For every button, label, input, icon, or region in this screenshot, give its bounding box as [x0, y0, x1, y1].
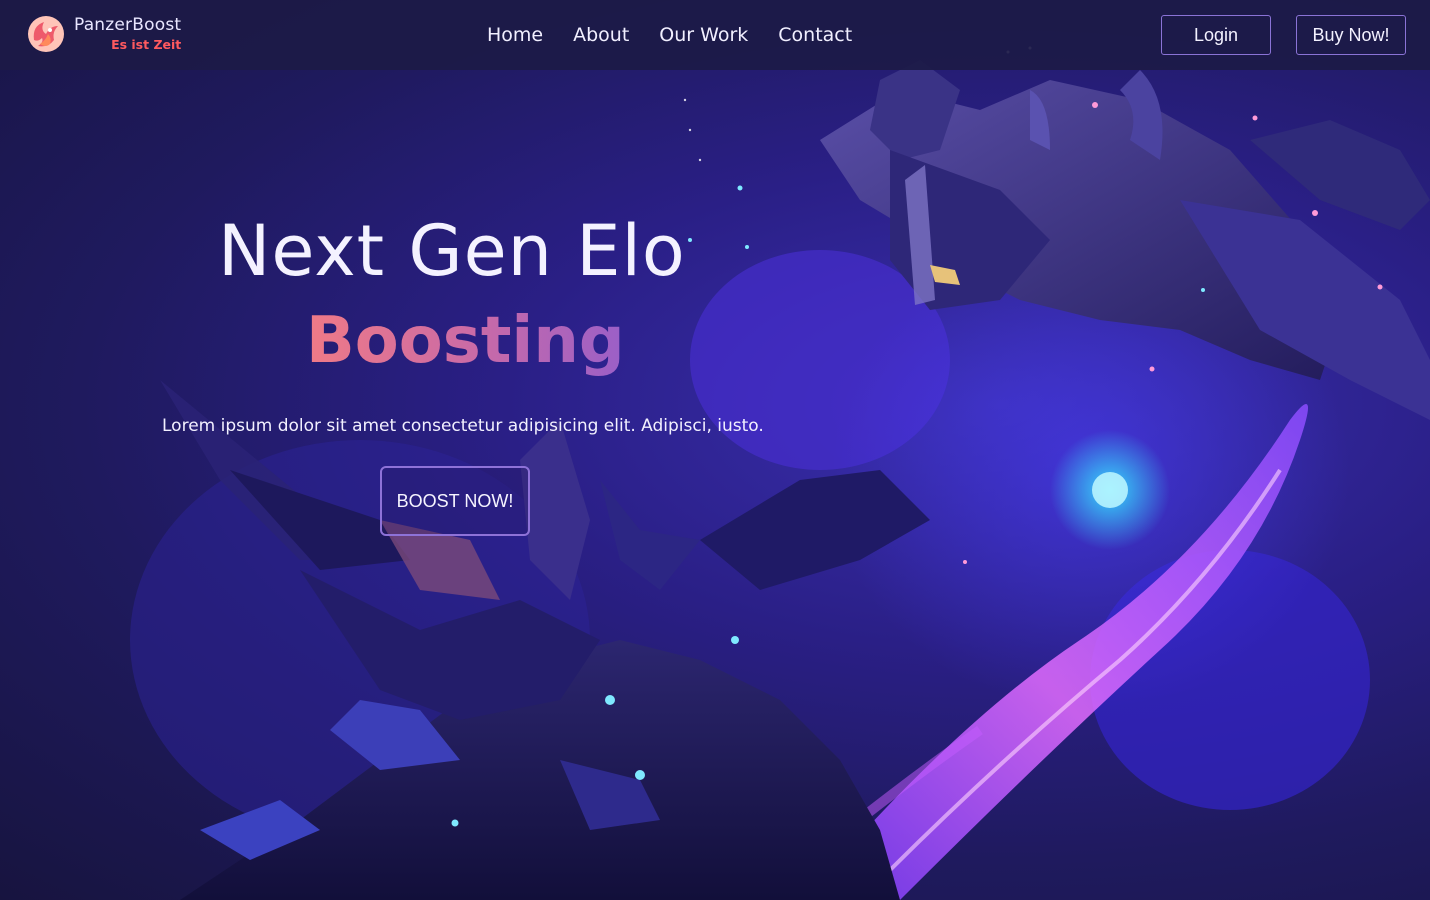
landing-page: PanzerBoost Es ist Zeit Home About Our W… [0, 0, 1430, 900]
hero-accent-title: Boosting [306, 304, 625, 378]
nav-link-home[interactable]: Home [487, 24, 543, 46]
hero-title: Next Gen Elo [218, 210, 686, 292]
main-nav: Home About Our Work Contact [487, 24, 852, 46]
nav-link-about[interactable]: About [573, 24, 629, 46]
login-button[interactable]: Login [1161, 15, 1271, 55]
nav-link-our-work[interactable]: Our Work [659, 24, 748, 46]
phoenix-logo-icon [28, 16, 64, 52]
hero-subtitle: Lorem ipsum dolor sit amet consectetur a… [162, 416, 764, 436]
top-navbar: PanzerBoost Es ist Zeit Home About Our W… [0, 0, 1430, 70]
brand[interactable]: PanzerBoost Es ist Zeit [26, 14, 181, 54]
nav-link-contact[interactable]: Contact [778, 24, 852, 46]
buy-now-button[interactable]: Buy Now! [1296, 15, 1406, 55]
brand-tagline: Es ist Zeit [111, 36, 182, 52]
boost-now-button[interactable]: BOOST NOW! [380, 466, 530, 536]
brand-name: PanzerBoost [74, 14, 182, 35]
hero-artwork [130, 46, 1430, 900]
